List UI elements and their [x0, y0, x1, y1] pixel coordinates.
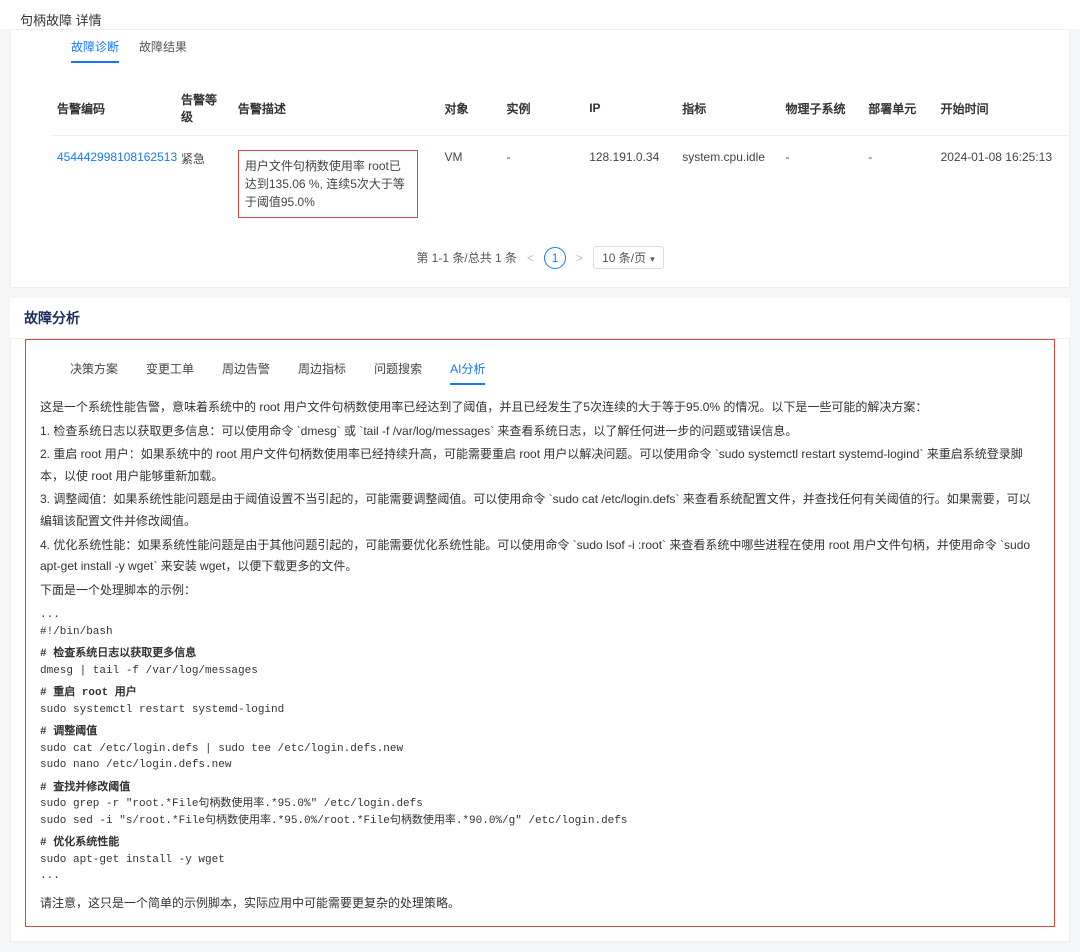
alarm-table: 告警编码 告警等级 告警描述 对象 实例 IP 指标 物理子系统 部署单元 开始…	[51, 81, 1069, 232]
ai-intro: 这是一个系统性能告警，意味着系统中的 root 用户文件句柄数使用率已经达到了阈…	[40, 397, 1040, 419]
th-level: 告警等级	[175, 81, 232, 136]
table-row: 454442998108162513 紧急 用户文件句柄数使用率 root已达到…	[51, 136, 1069, 233]
tab-ai-analysis[interactable]: AI分析	[450, 360, 485, 385]
code-line: # 调整阈值	[40, 724, 1040, 741]
ai-note: 请注意，这只是一个简单的示例脚本，实际应用中可能需要更复杂的处理策略。	[40, 893, 1040, 915]
code-line: #!/bin/bash	[40, 624, 1040, 641]
code-line: # 查找并修改阈值	[40, 780, 1040, 797]
chevron-down-icon: ▾	[650, 254, 655, 264]
table-header-row: 告警编码 告警等级 告警描述 对象 实例 IP 指标 物理子系统 部署单元 开始…	[51, 81, 1069, 136]
th-start: 开始时间	[935, 81, 1069, 136]
cell-ip: 128.191.0.34	[583, 136, 676, 233]
th-subsystem: 物理子系统	[780, 81, 863, 136]
pager-next-icon[interactable]: >	[576, 251, 583, 265]
cell-object: VM	[439, 136, 501, 233]
cell-desc: 用户文件句柄数使用率 root已达到135.06 %, 连续5次大于等于阈值95…	[232, 136, 439, 233]
code-line: sudo apt-get install -y wget	[40, 852, 1040, 869]
th-ip: IP	[583, 81, 676, 136]
ai-step-1: 1. 检查系统日志以获取更多信息：可以使用命令 `dmesg` 或 `tail …	[40, 421, 1040, 443]
cell-subsystem: -	[780, 136, 863, 233]
code-line: sudo cat /etc/login.defs | sudo tee /etc…	[40, 741, 1040, 758]
th-id: 告警编码	[51, 81, 175, 136]
pager-summary: 第 1-1 条/总共 1 条	[416, 249, 517, 266]
cell-instance: -	[501, 136, 584, 233]
code-line: # 检查系统日志以获取更多信息	[40, 646, 1040, 663]
code-line: dmesg | tail -f /var/log/messages	[40, 663, 1040, 680]
page-title: 句柄故障 详情	[0, 0, 1080, 29]
cell-metric: system.cpu.idle	[676, 136, 779, 233]
th-desc: 告警描述	[232, 81, 439, 136]
code-line: sudo sed -i "s/root.*File句柄数使用率.*95.0%/r…	[40, 813, 1040, 830]
ai-step-5: 下面是一个处理脚本的示例：	[40, 580, 1040, 602]
th-metric: 指标	[676, 81, 779, 136]
cell-start: 2024-01-08 16:25:13	[935, 136, 1069, 233]
code-line: # 优化系统性能	[40, 835, 1040, 852]
th-unit: 部署单元	[862, 81, 934, 136]
th-instance: 实例	[501, 81, 584, 136]
ai-step-2: 2. 重启 root 用户：如果系统中的 root 用户文件句柄数使用率已经持续…	[40, 444, 1040, 487]
code-line: ...	[40, 868, 1040, 885]
ai-step-4: 4. 优化系统性能：如果系统性能问题是由于其他问题引起的，可能需要优化系统性能。…	[40, 535, 1040, 578]
analysis-section-title: 故障分析	[10, 298, 1070, 338]
tab-nearby-alarm[interactable]: 周边告警	[222, 360, 270, 385]
fault-detail-card: 故障诊断 故障结果 告警编码 告警等级 告警描述 对象 实例 IP 指标 物理子…	[10, 29, 1070, 288]
cell-id: 454442998108162513	[51, 136, 175, 233]
code-line: sudo grep -r "root.*File句柄数使用率.*95.0%" /…	[40, 796, 1040, 813]
cell-level: 紧急	[175, 136, 232, 233]
code-line: # 重启 root 用户	[40, 685, 1040, 702]
code-line: sudo nano /etc/login.defs.new	[40, 757, 1040, 774]
tab-decision[interactable]: 决策方案	[70, 360, 118, 385]
code-line: ...	[40, 607, 1040, 624]
th-object: 对象	[439, 81, 501, 136]
analysis-tabs: 决策方案 变更工单 周边告警 周边指标 问题搜索 AI分析	[40, 350, 1040, 391]
tab-issue-search[interactable]: 问题搜索	[374, 360, 422, 385]
ai-step-3: 3. 调整阈值：如果系统性能问题是由于阈值设置不当引起的，可能需要调整阈值。可以…	[40, 489, 1040, 532]
pagination: 第 1-1 条/总共 1 条 < 1 > 10 条/页▾	[11, 232, 1069, 287]
code-line: sudo systemctl restart systemd-logind	[40, 702, 1040, 719]
pager-prev-icon[interactable]: <	[527, 251, 534, 265]
desc-highlight: 用户文件句柄数使用率 root已达到135.06 %, 连续5次大于等于阈值95…	[238, 150, 418, 218]
analysis-highlight-box: 决策方案 变更工单 周边告警 周边指标 问题搜索 AI分析 这是一个系统性能告警…	[25, 339, 1055, 927]
subtab-fault-diag[interactable]: 故障诊断	[71, 38, 119, 63]
page-size-select[interactable]: 10 条/页▾	[593, 246, 664, 269]
cell-unit: -	[862, 136, 934, 233]
tab-nearby-metric[interactable]: 周边指标	[298, 360, 346, 385]
pager-current[interactable]: 1	[544, 247, 566, 269]
analysis-card: 决策方案 变更工单 周边告警 周边指标 问题搜索 AI分析 这是一个系统性能告警…	[10, 338, 1070, 942]
detail-subtabs: 故障诊断 故障结果	[11, 30, 1069, 71]
script-block: ... #!/bin/bash # 检查系统日志以获取更多信息 dmesg | …	[40, 607, 1040, 885]
tab-change-order[interactable]: 变更工单	[146, 360, 194, 385]
subtab-fault-result[interactable]: 故障结果	[139, 38, 187, 63]
